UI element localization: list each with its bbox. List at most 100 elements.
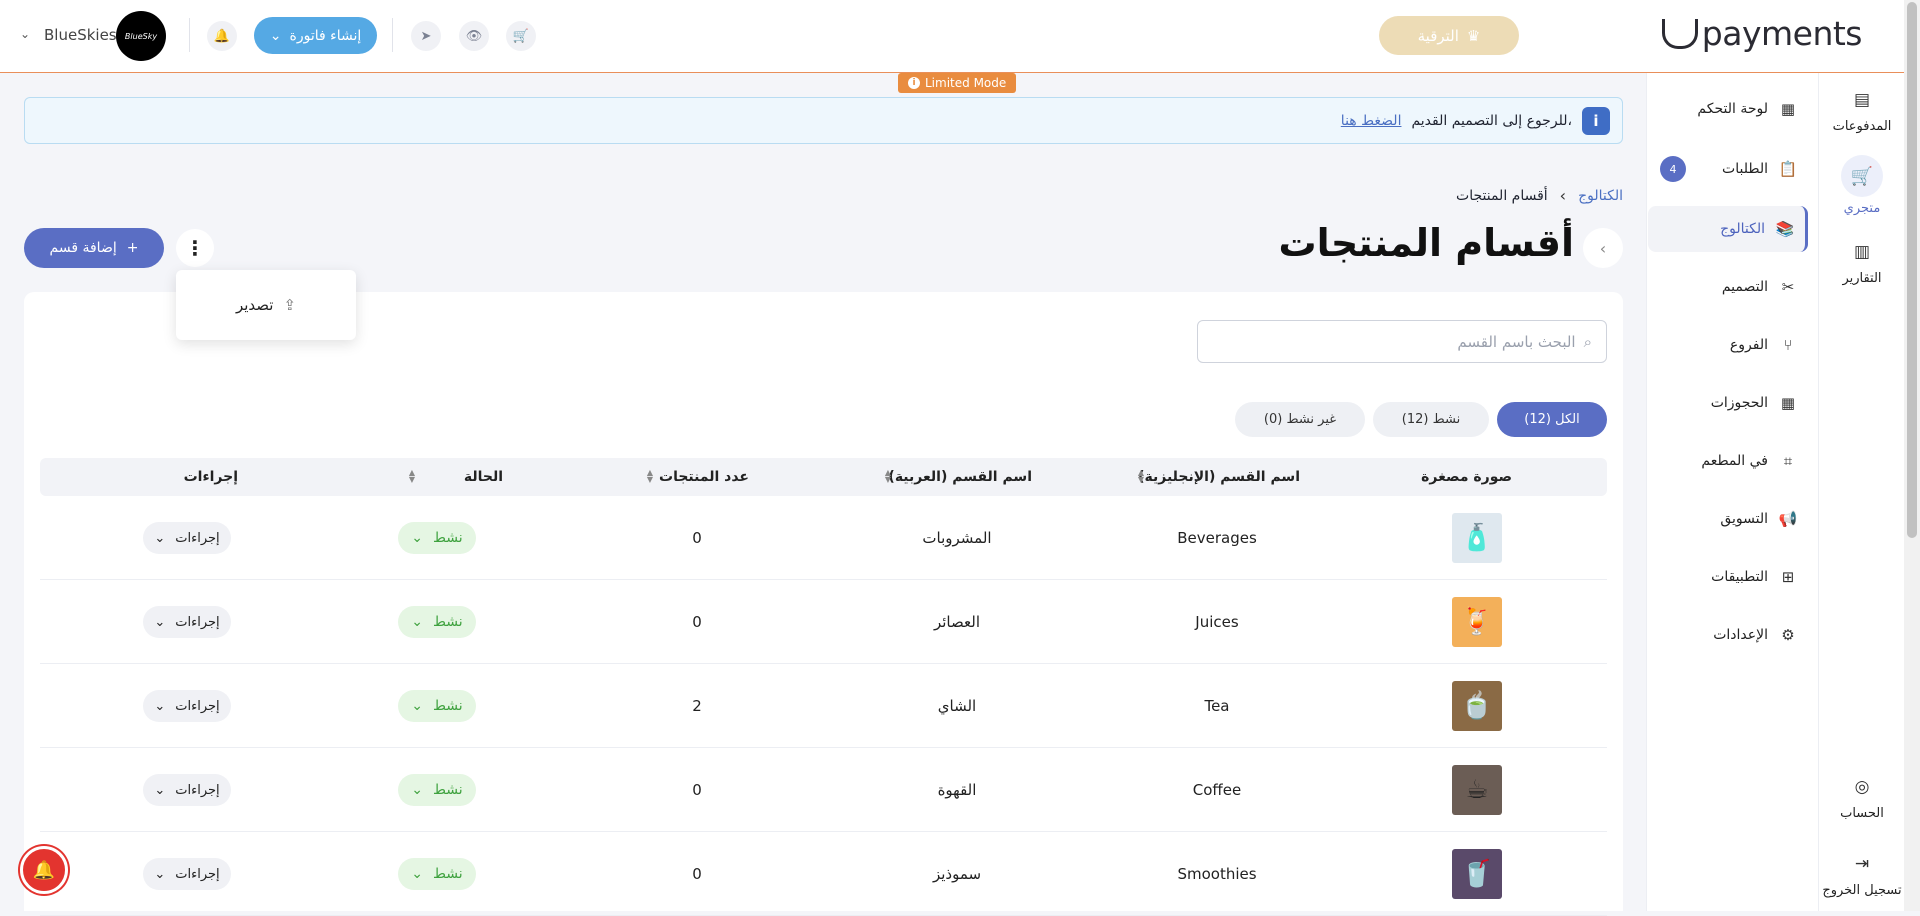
rail-logout[interactable]: ⇥ تسجيل الخروج (1819, 853, 1905, 898)
rail-store[interactable]: 🛒 متجري (1819, 155, 1905, 216)
create-invoice-button[interactable]: ⌄ إنشاء فاتورة (254, 17, 377, 54)
avatar[interactable]: BlueSky (116, 11, 166, 61)
actions-dropdown[interactable]: ⌄ إجراءات (143, 522, 231, 554)
th-count[interactable]: عدد المنتجات (659, 458, 749, 496)
sidebar-item-in-restaurant[interactable]: ⌗ في المطعم (1648, 438, 1808, 484)
limited-mode-badge: i Limited Mode (898, 73, 1017, 93)
notice-link[interactable]: الضغط هنا (1341, 113, 1402, 129)
rail-payments[interactable]: ▤ المدفوعات (1819, 89, 1905, 134)
table-row[interactable]: 🍹 Juices العصائر 0 ⌄ نشط ⌄ إجراءات (40, 580, 1607, 664)
scrollbar[interactable] (1904, 0, 1920, 911)
chevron-down-icon: ⌄ (411, 698, 424, 714)
breadcrumb: الكتالوج ‹ أقسام المنتجات (1456, 186, 1623, 205)
megaphone-icon: 📢 (1778, 510, 1798, 528)
kebab-icon: ⋮ (185, 236, 205, 260)
send-icon[interactable]: ➤ (411, 21, 441, 51)
sidebar-item-design[interactable]: ✂ التصميم (1648, 264, 1808, 310)
sort-icon[interactable]: ▲ ▼ (1138, 469, 1144, 484)
user-name[interactable]: BlueSkies (44, 26, 117, 44)
status-tabs: الكل (12) نشط (12) غير نشط (0) (1235, 402, 1607, 437)
breadcrumb-catalog[interactable]: الكتالوج (1578, 188, 1623, 204)
logo[interactable]: payments (1661, 14, 1863, 53)
name-ar-cell: العصائر (933, 613, 980, 631)
categories-card: ⌕ البحث باسم القسم الكل (12) نشط (12) غي… (24, 292, 1623, 916)
notice-text: للرجوع إلى التصميم القديم، (1411, 112, 1572, 129)
apps-icon: ⊞ (1781, 568, 1795, 586)
bell-icon[interactable]: 🔔 (207, 21, 237, 51)
table-row[interactable]: 🍵 Tea الشاي 2 ⌄ نشط ⌄ إجراءات (40, 664, 1607, 748)
actions-dropdown[interactable]: ⌄ إجراءات (143, 858, 231, 890)
table-row[interactable]: 🧴 Beverages المشروبات 0 ⌄ نشط ⌄ إجراءات (40, 496, 1607, 580)
table-row[interactable]: ☕ Coffee القهوة 0 ⌄ نشط ⌄ إجراءات (40, 748, 1607, 832)
actions-dropdown[interactable]: ⌄ إجراءات (143, 606, 231, 638)
sort-icon[interactable]: ▲ ▼ (885, 469, 891, 484)
chevron-down-icon: ⌄ (269, 27, 282, 44)
divider (392, 18, 393, 52)
receipt-icon: ▤ (1853, 90, 1871, 110)
sort-icon[interactable]: ▲ ▼ (409, 469, 415, 484)
thumbnail-cell: 🥤 (1427, 832, 1527, 916)
orders-count-badge: 4 (1660, 156, 1686, 182)
actions-cell: ⌄ إجراءات (67, 664, 307, 748)
rail-account[interactable]: ◎ الحساب (1819, 776, 1905, 821)
bottle-image: 🧴 (1452, 513, 1502, 563)
catalog-icon: 📚 (1775, 220, 1795, 238)
crown-icon: ♛ (1466, 26, 1481, 45)
tab-inactive[interactable]: غير نشط (0) (1235, 402, 1365, 437)
sidebar-item-bookings[interactable]: ▦ الحجوزات (1648, 380, 1808, 426)
sidebar-item-apps[interactable]: ⊞ التطبيقات (1648, 554, 1808, 600)
actions-dropdown[interactable]: ⌄ إجراءات (143, 690, 231, 722)
th-actions: إجراءات (183, 469, 238, 485)
eye-icon[interactable]: 👁 (459, 21, 489, 51)
back-button[interactable]: ‹ (1583, 228, 1623, 268)
logo-mark-icon (1661, 18, 1698, 49)
more-options-button[interactable]: ⋮ (176, 229, 214, 267)
upgrade-button[interactable]: الترقية ♛ (1379, 16, 1519, 55)
branches-icon: ⑂ (1783, 336, 1793, 354)
thumbnail-cell: 🍹 (1427, 580, 1527, 664)
table-row[interactable]: 🥤 Smoothies سموذيز 0 ⌄ نشط ⌄ إجراءات (40, 832, 1607, 916)
search-input[interactable]: ⌕ البحث باسم القسم (1197, 320, 1607, 363)
status-dropdown[interactable]: ⌄ نشط (398, 606, 476, 638)
sidebar-item-catalog[interactable]: 📚 الكتالوج (1648, 206, 1808, 252)
upgrade-label: الترقية (1417, 26, 1459, 45)
status-dropdown[interactable]: ⌄ نشط (398, 774, 476, 806)
tab-all[interactable]: الكل (12) (1497, 402, 1607, 437)
info-icon: i (1582, 106, 1610, 135)
chevron-down-icon[interactable]: ⌄ (20, 27, 30, 41)
sort-icon[interactable]: ▲ ▼ (647, 469, 653, 484)
export-label[interactable]: تصدير (236, 296, 274, 314)
scrollbar-thumb[interactable] (1907, 2, 1917, 538)
notification-bell-icon[interactable]: 🔔 (20, 846, 68, 894)
name-en-cell: Smoothies (1177, 865, 1257, 883)
sidebar-item-dashboard[interactable]: ▦ لوحة التحكم (1648, 86, 1808, 132)
cart-icon: 🛒 (1841, 155, 1883, 197)
tab-active[interactable]: نشط (12) (1373, 402, 1489, 437)
status-dropdown[interactable]: ⌄ نشط (398, 858, 476, 890)
actions-cell: ⌄ إجراءات (67, 580, 307, 664)
chevron-down-icon: ⌄ (154, 698, 166, 714)
th-name-ar[interactable]: اسم القسم (العربية) (888, 458, 1032, 496)
chevron-down-icon: ⌄ (154, 530, 166, 546)
actions-dropdown[interactable]: ⌄ إجراءات (143, 774, 231, 806)
sidebar-item-settings[interactable]: ⚙ الإعدادات (1648, 612, 1808, 658)
sidebar-item-orders[interactable]: 📋 الطلبات 4 (1648, 146, 1808, 192)
actions-cell: ⌄ إجراءات (67, 832, 307, 916)
rail-reports[interactable]: ▥ التقارير (1819, 241, 1905, 286)
name-ar-cell: المشروبات (922, 529, 992, 547)
status-dropdown[interactable]: ⌄ نشط (398, 690, 476, 722)
chevron-down-icon: ⌄ (154, 866, 166, 882)
thumbnail-cell: 🧴 (1427, 496, 1527, 580)
status-dropdown[interactable]: ⌄ نشط (398, 522, 476, 554)
cart-icon[interactable]: 🛒 (506, 21, 536, 51)
name-ar-cell: القهوة (937, 781, 977, 799)
calendar-icon: ▦ (1780, 394, 1796, 412)
th-name-en[interactable]: اسم القسم (الإنجليزية) (1138, 458, 1300, 496)
sidebar-item-branches[interactable]: ⑂ الفروع (1648, 322, 1808, 368)
th-status[interactable]: الحالة (464, 458, 503, 496)
coffee-image: ☕ (1452, 765, 1502, 815)
sidebar-item-marketing[interactable]: 📢 التسويق (1648, 496, 1808, 542)
add-category-button[interactable]: إضافة قسم + (24, 228, 164, 268)
top-bar: payments الترقية ♛ 🛒 👁 ➤ ⌄ إنشاء فاتورة … (0, 0, 1904, 73)
old-design-notice: i للرجوع إلى التصميم القديم، الضغط هنا (24, 97, 1623, 144)
